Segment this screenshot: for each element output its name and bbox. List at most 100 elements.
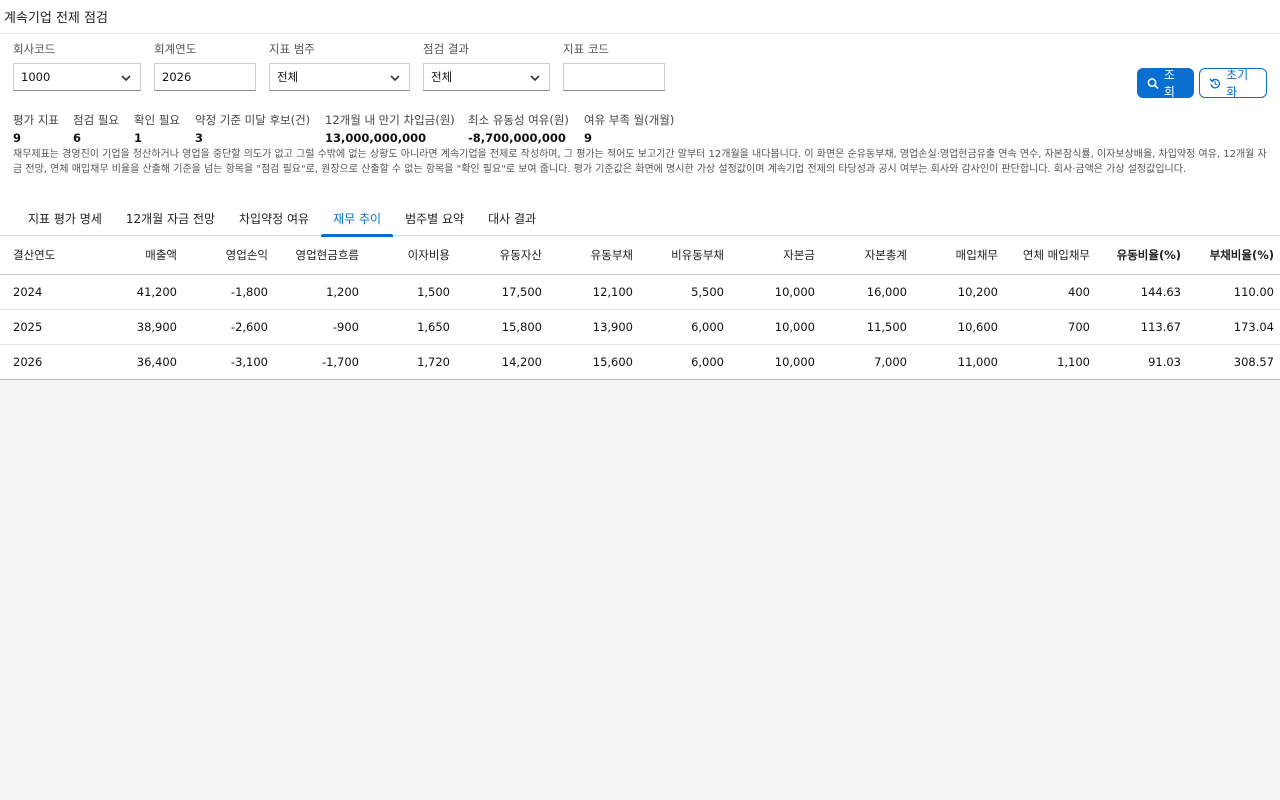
result-field: 점검 결과 전체 (423, 40, 550, 91)
table-cell: 14,200 (456, 344, 548, 380)
fiscal-year-value: 2026 (162, 70, 192, 84)
table-cell: 308.57 (1187, 344, 1280, 380)
kpi-label: 약정 기준 미달 후보(건) (195, 113, 311, 127)
chevron-down-icon (530, 75, 540, 82)
column-header[interactable]: 이자비용 (365, 236, 456, 275)
financial-trend-table: 결산연도 매출액 영업손익 영업현금흐름 이자비용 유동자산 유동부채 비유동부… (0, 236, 1280, 380)
table-cell: 144.63 (1096, 274, 1187, 310)
table-cell: 15,800 (456, 309, 548, 345)
kpi-value: 13,000,000,000 (325, 131, 427, 145)
column-header[interactable]: 자본총계 (821, 236, 913, 275)
table-cell: 10,000 (730, 309, 821, 345)
table-cell: -900 (274, 309, 365, 345)
table-cell: 173.04 (1187, 309, 1280, 345)
table-cell: 36,400 (92, 344, 183, 380)
table-cell: 110.00 (1187, 274, 1280, 310)
kpi-label: 확인 필요 (134, 113, 180, 127)
table-cell: 41,200 (92, 274, 183, 310)
company-code-label: 회사코드 (13, 42, 56, 56)
result-select[interactable]: 전체 (423, 63, 550, 91)
table-cell: 7,000 (821, 344, 913, 380)
search-icon (1147, 77, 1159, 89)
table-cell: 13,900 (548, 309, 639, 345)
table-cell: 700 (1004, 309, 1096, 345)
table-cell: 113.67 (1096, 309, 1187, 345)
fiscal-year-input[interactable]: 2026 (154, 63, 256, 91)
column-header[interactable]: 결산연도 (0, 236, 92, 275)
kpi-needs-confirmation: 확인 필요 1 (134, 112, 180, 145)
tab-financial-trend[interactable]: 재무 추이 (321, 200, 394, 237)
kpi-label: 점검 필요 (73, 113, 119, 127)
kpi-label: 여유 부족 월(개월) (584, 113, 675, 127)
fiscal-year-label: 회계연도 (154, 42, 197, 56)
column-header[interactable]: 영업현금흐름 (274, 236, 365, 275)
tab-indicator-details[interactable]: 지표 평가 명세 (16, 200, 114, 236)
search-button[interactable]: 조회 (1137, 68, 1194, 99)
table-cell: 6,000 (639, 344, 730, 380)
table-cell: 38,900 (92, 309, 183, 345)
kpi-covenant-breach-candidates: 약정 기준 미달 후보(건) 3 (195, 112, 310, 145)
kpi-label: 12개월 내 만기 차입금(원) (325, 113, 455, 127)
table-cell: 10,600 (913, 309, 1004, 345)
kpi-value: 9 (13, 131, 22, 145)
table-cell: 11,000 (913, 344, 1004, 380)
table-cell: 5,500 (639, 274, 730, 310)
tab-reconciliation[interactable]: 대사 결과 (476, 200, 548, 236)
kpi-needs-inspection: 점검 필요 6 (73, 112, 119, 145)
column-header[interactable]: 유동자산 (456, 236, 548, 275)
table-cell: 2026 (0, 344, 92, 380)
company-code-select[interactable]: 1000 (13, 63, 141, 91)
company-code-value: 1000 (21, 70, 51, 84)
result-label: 점검 결과 (423, 42, 469, 56)
category-field: 지표 범주 전체 (269, 40, 410, 91)
table-cell: 2025 (0, 309, 92, 345)
column-header[interactable]: 매출액 (92, 236, 183, 275)
table-header-row: 결산연도 매출액 영업손익 영업현금흐름 이자비용 유동자산 유동부채 비유동부… (0, 236, 1280, 275)
chevron-down-icon (121, 75, 131, 82)
table-cell: -1,800 (183, 274, 274, 310)
fiscal-year-field: 회계연도 2026 (154, 40, 256, 91)
column-header[interactable]: 매입채무 (913, 236, 1004, 275)
table-cell: 10,200 (913, 274, 1004, 310)
tab-12-month-funding[interactable]: 12개월 자금 전망 (114, 200, 227, 236)
kpi-value: 9 (584, 131, 593, 145)
table-cell: 17,500 (456, 274, 548, 310)
kpi-evaluated-indicators: 평가 지표 9 (13, 112, 59, 145)
indicator-code-label: 지표 코드 (563, 42, 609, 56)
table-row[interactable]: 2024 41,200 -1,800 1,200 1,500 17,500 12… (0, 274, 1280, 310)
category-label: 지표 범주 (269, 42, 315, 56)
table-cell: 10,000 (730, 274, 821, 310)
result-value: 전체 (431, 70, 453, 84)
column-header[interactable]: 부채비율(%) (1187, 236, 1280, 275)
category-select[interactable]: 전체 (269, 63, 410, 91)
kpi-value: 3 (195, 131, 204, 145)
indicator-code-input[interactable] (563, 63, 665, 91)
column-header[interactable]: 자본금 (730, 236, 821, 275)
tab-category-summary[interactable]: 범주별 요약 (393, 200, 476, 236)
table-row[interactable]: 2025 38,900 -2,600 -900 1,650 15,800 13,… (0, 309, 1280, 345)
kpi-summary: 평가 지표 9 점검 필요 6 확인 필요 1 약정 기준 미달 후보(건) 3… (0, 106, 1280, 145)
kpi-label: 평가 지표 (13, 113, 59, 127)
kpi-value: 6 (73, 131, 82, 145)
kpi-maturing-borrowings: 12개월 내 만기 차입금(원) 13,000,000,000 (325, 112, 455, 145)
column-header[interactable]: 비유동부채 (639, 236, 730, 275)
table-cell: 2024 (0, 274, 92, 310)
kpi-shortfall-months: 여유 부족 월(개월) 9 (584, 112, 674, 145)
search-button-label: 조회 (1163, 68, 1175, 99)
tab-covenant-headroom[interactable]: 차입약정 여유 (227, 200, 321, 236)
table-cell: 6,000 (639, 309, 730, 345)
column-header[interactable]: 유동비율(%) (1096, 236, 1187, 275)
company-code-field: 회사코드 1000 (13, 40, 141, 91)
reset-button[interactable]: 초기화 (1199, 68, 1267, 99)
table-cell: 400 (1004, 274, 1096, 310)
table-cell: 11,500 (821, 309, 913, 345)
table-cell: 12,100 (548, 274, 639, 310)
table-row[interactable]: 2026 36,400 -3,100 -1,700 1,720 14,200 1… (0, 344, 1280, 380)
app-title: 계속기업 전제 점검 (0, 0, 1280, 34)
column-header[interactable]: 유동부채 (548, 236, 639, 275)
column-header[interactable]: 연체 매입채무 (1004, 236, 1096, 275)
column-header[interactable]: 영업손익 (183, 236, 274, 275)
kpi-value: 1 (134, 131, 143, 145)
chevron-down-icon (390, 75, 400, 82)
category-value: 전체 (277, 70, 299, 84)
